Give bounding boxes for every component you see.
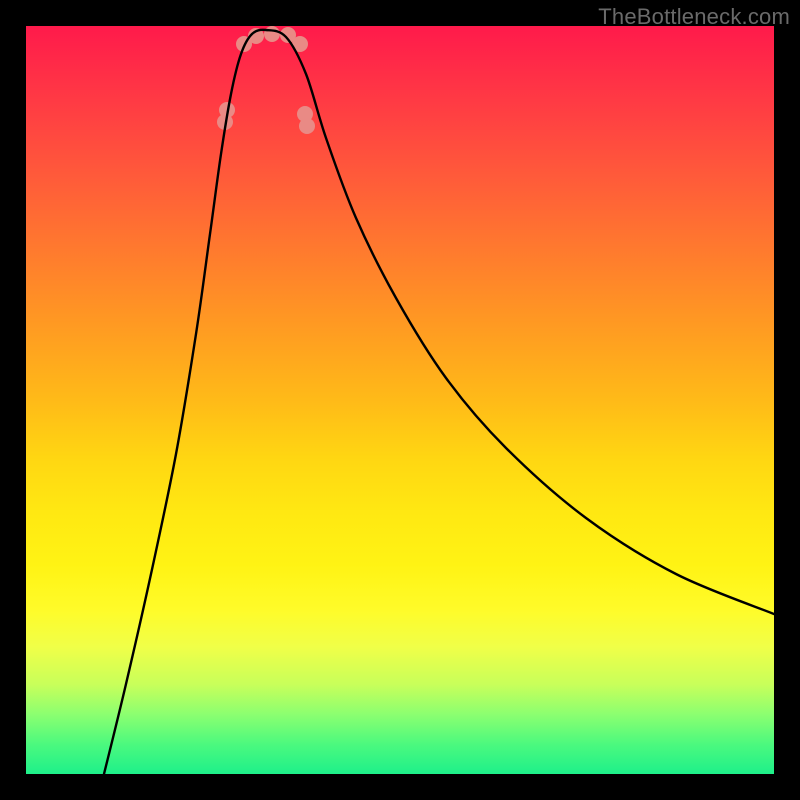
watermark-text: TheBottleneck.com <box>598 4 790 30</box>
marker-dot <box>299 118 315 134</box>
highlight-dots <box>217 26 315 134</box>
plot-area <box>26 26 774 774</box>
marker-dot <box>264 26 280 42</box>
bottleneck-curve <box>104 30 774 774</box>
chart-frame: TheBottleneck.com <box>0 0 800 800</box>
curve-layer <box>26 26 774 774</box>
